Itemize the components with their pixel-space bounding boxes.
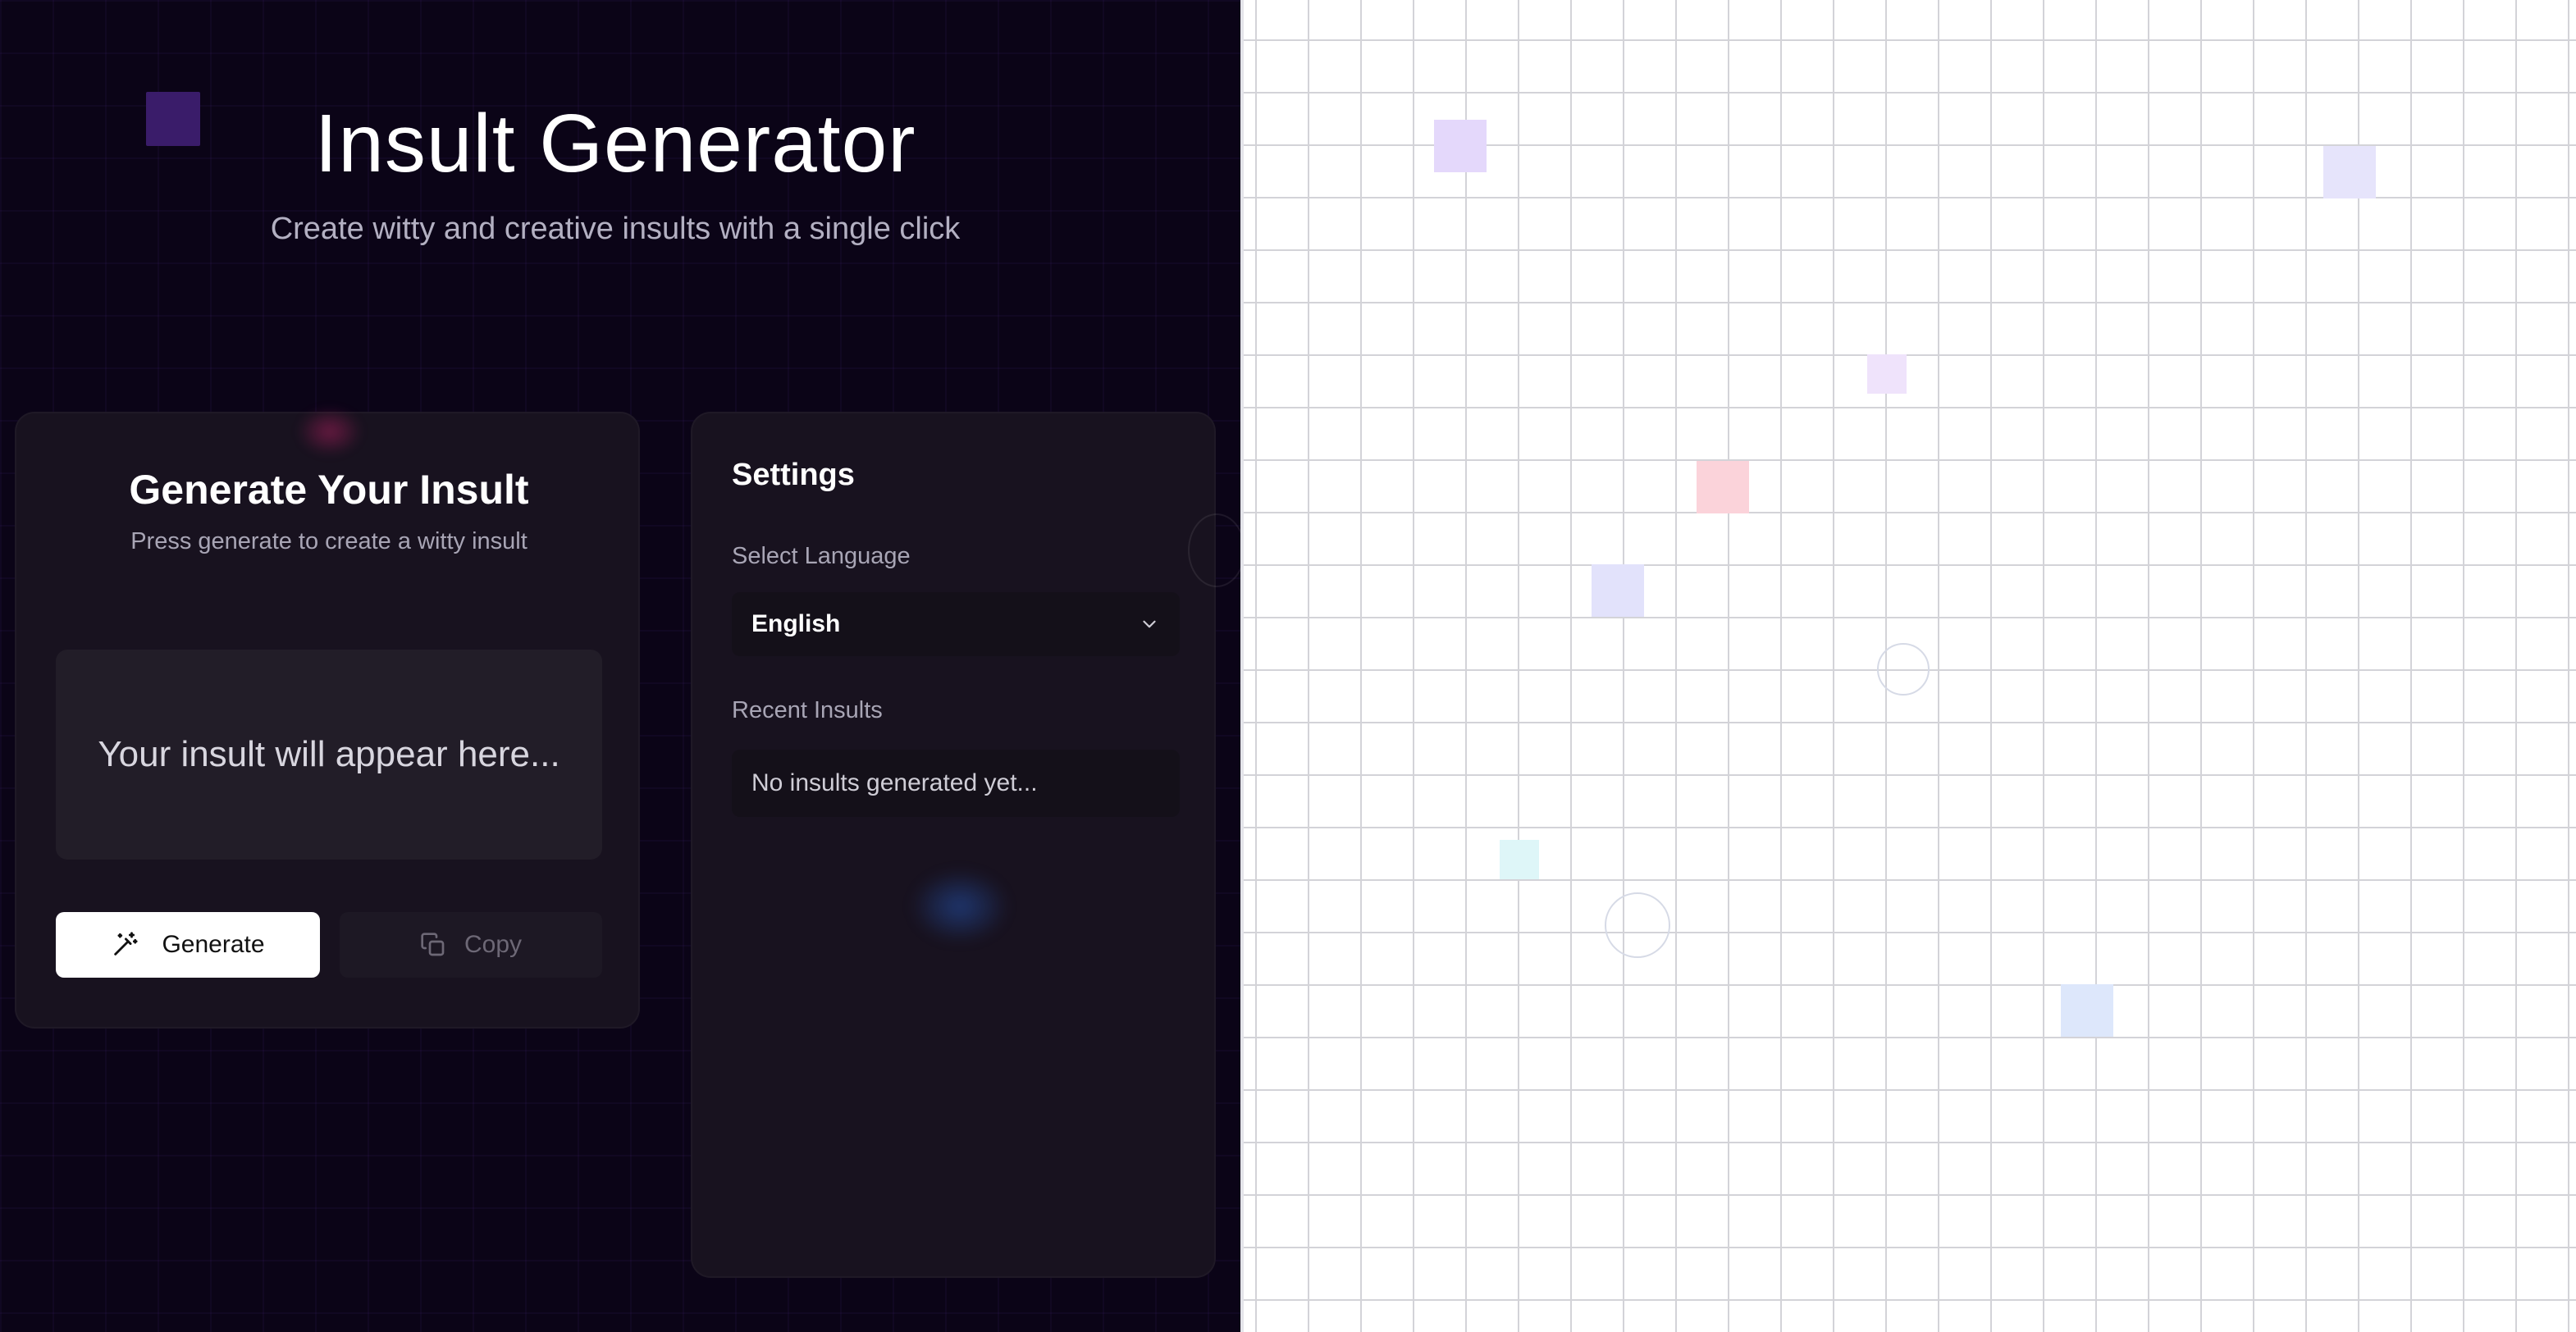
decorative-square	[1592, 564, 1644, 617]
decorative-circle	[1877, 643, 1930, 696]
language-label: Select Language	[732, 543, 911, 569]
grid-background	[1240, 0, 2576, 1332]
decorative-square	[1867, 354, 1907, 394]
decorative-circle	[1188, 513, 1240, 587]
decorative-square	[2061, 984, 2113, 1037]
app-panel: Insult Generator Create witty and creati…	[0, 0, 1240, 1332]
copy-button[interactable]: Copy	[340, 912, 602, 978]
decorative-square	[2323, 146, 2376, 198]
decorative-circle	[1605, 892, 1670, 958]
settings-title: Settings	[732, 458, 855, 492]
copy-label: Copy	[464, 931, 523, 958]
decorative-square	[1434, 120, 1487, 172]
generate-button[interactable]: Generate	[56, 912, 320, 978]
decorative-square	[1697, 461, 1749, 513]
insult-placeholder: Your insult will appear here...	[98, 734, 560, 774]
generate-label: Generate	[162, 931, 265, 958]
page-subtitle: Create witty and creative insults with a…	[270, 212, 961, 246]
page-title: Insult Generator	[314, 98, 916, 189]
magic-wand-icon	[111, 931, 139, 959]
decorative-glow	[297, 407, 363, 456]
insult-output: Your insult will appear here...	[56, 650, 602, 860]
language-select[interactable]: English	[732, 592, 1180, 656]
settings-panel: Settings Select Language English Recent …	[691, 412, 1216, 1278]
decorative-square	[1500, 840, 1539, 879]
recent-insults-label: Recent Insults	[732, 697, 883, 723]
generator-subtitle: Press generate to create a witty insult	[130, 528, 528, 554]
recent-insults-list: No insults generated yet...	[732, 750, 1180, 817]
generator-card: Generate Your Insult Press generate to c…	[15, 412, 640, 1029]
recent-insults-empty: No insults generated yet...	[751, 769, 1038, 796]
decorative-glow	[911, 869, 1009, 943]
language-value: English	[751, 610, 841, 637]
chevron-down-icon	[1139, 614, 1160, 635]
generator-title: Generate Your Insult	[129, 467, 529, 513]
copy-icon	[420, 932, 446, 958]
